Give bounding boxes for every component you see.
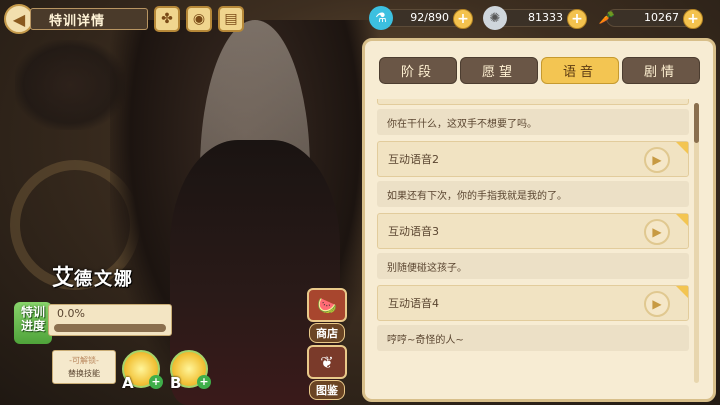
voice-entry[interactable]: 互动语音2 ▶ bbox=[377, 141, 689, 177]
play-voice-button[interactable]: ▶ bbox=[644, 147, 670, 173]
voice-line-text: 哼哼~奇怪的人~ bbox=[377, 325, 689, 351]
character-name: 艾德文娜 bbox=[52, 260, 134, 292]
voice-line-text: 你在干什么，这双手不想要了吗。 bbox=[377, 109, 689, 135]
play-icon: ▶ bbox=[652, 297, 662, 311]
play-voice-button[interactable]: ▶ bbox=[644, 291, 670, 317]
tab-story[interactable]: 剧情 bbox=[622, 57, 700, 84]
play-icon: ▶ bbox=[652, 153, 662, 167]
voice-list[interactable]: 你在干什么，这双手不想要了吗。 互动语音2 ▶ 如果还有下次，你的手指我就是我的… bbox=[377, 99, 689, 389]
coin-resource: ✺ 81333 + bbox=[483, 6, 587, 30]
stamina-value: 92/890 bbox=[410, 11, 449, 24]
tab-bar: 阶段 愿望 语音 剧情 bbox=[379, 57, 700, 84]
character-name-first: 艾 bbox=[52, 266, 75, 291]
skill-b-letter: B bbox=[170, 374, 182, 392]
gallery-button[interactable]: ❦ 图鉴 bbox=[302, 345, 352, 400]
chibi-figure bbox=[15, 40, 125, 130]
list-item-partial bbox=[377, 99, 689, 105]
voice-entry[interactable]: 互动语音3 ▶ bbox=[377, 213, 689, 249]
scrollbar[interactable] bbox=[694, 103, 699, 383]
unlock-description: 替换技能 bbox=[68, 369, 100, 378]
coin-add-button[interactable]: + bbox=[567, 9, 587, 29]
coin-value: 81333 bbox=[528, 11, 563, 24]
character-name-rest: 德文娜 bbox=[74, 269, 135, 290]
title-bar: 特训详情 bbox=[30, 8, 148, 30]
gallery-label: 图鉴 bbox=[309, 380, 345, 400]
stamina-add-button[interactable]: + bbox=[453, 9, 473, 29]
training-progress: 0.0% bbox=[48, 304, 172, 336]
shop-icon: 🍉 bbox=[307, 288, 347, 322]
filter-button[interactable]: ✤ bbox=[154, 6, 180, 32]
eye-button[interactable]: ◉ bbox=[186, 6, 212, 32]
shop-label: 商店 bbox=[309, 323, 345, 343]
coin-icon: ✺ bbox=[483, 6, 507, 30]
carrot-resource: 🥕 10267 + bbox=[599, 9, 703, 29]
carrot-value: 10267 bbox=[644, 11, 679, 24]
stamina-icon: ⚗ bbox=[369, 6, 393, 30]
tab-stage[interactable]: 阶段 bbox=[379, 57, 457, 84]
skill-b-button[interactable]: B + bbox=[170, 350, 211, 392]
plus-icon: + bbox=[149, 375, 163, 389]
corner-decoration bbox=[676, 286, 688, 298]
skill-a-letter: A bbox=[122, 374, 134, 392]
unlock-info: -可解锁- 替换技能 bbox=[52, 350, 116, 384]
skill-a-button[interactable]: A + bbox=[122, 350, 163, 392]
voice-entry[interactable]: 互动语音4 ▶ bbox=[377, 285, 689, 321]
eye-icon: ◉ bbox=[192, 11, 206, 27]
back-arrow-icon: ◀ bbox=[12, 9, 26, 29]
voice-line-text: 如果还有下次，你的手指我就是我的了。 bbox=[377, 181, 689, 207]
tab-voice[interactable]: 语音 bbox=[541, 57, 619, 84]
voice-line-text: 别随便碰这孩子。 bbox=[377, 253, 689, 279]
unlock-label: -可解锁- bbox=[69, 356, 99, 365]
stamina-resource: ⚗ 92/890 + bbox=[369, 6, 473, 30]
voice-line-text-2: 如果还有下次，你的手指我就是我的了。 bbox=[387, 190, 567, 202]
play-voice-button[interactable]: ▶ bbox=[644, 219, 670, 245]
scroll-thumb[interactable] bbox=[694, 103, 699, 143]
carrot-icon: 🥕 bbox=[598, 10, 616, 26]
play-icon: ▶ bbox=[652, 225, 662, 239]
voice-entry-title: 互动语音3 bbox=[388, 225, 439, 238]
training-label: 特训 进度 bbox=[14, 302, 52, 344]
voice-entry-title: 互动语音2 bbox=[388, 153, 439, 166]
clover-icon: ✤ bbox=[161, 11, 173, 27]
corner-decoration bbox=[676, 214, 688, 226]
shop-button[interactable]: 🍉 商店 bbox=[302, 288, 352, 343]
book-icon: ▤ bbox=[224, 11, 238, 27]
carrot-add-button[interactable]: + bbox=[683, 9, 703, 29]
plus-icon: + bbox=[197, 375, 211, 389]
page-title: 特训详情 bbox=[49, 13, 106, 29]
detail-panel: 阶段 愿望 语音 剧情 你在干什么，这双手不想要了吗。 互动语音2 ▶ 如果还有… bbox=[362, 38, 716, 402]
training-progress-value: 0.0% bbox=[57, 307, 85, 320]
training-label-line2: 进度 bbox=[20, 319, 45, 333]
corner-decoration bbox=[676, 142, 688, 154]
book-button[interactable]: ▤ bbox=[218, 6, 244, 32]
tab-wish[interactable]: 愿望 bbox=[460, 57, 538, 84]
voice-entry-title: 互动语音4 bbox=[388, 297, 439, 310]
training-label-line1: 特训 bbox=[20, 305, 45, 319]
gallery-book-icon: ❦ bbox=[307, 345, 347, 379]
training-progress-track bbox=[54, 324, 166, 332]
